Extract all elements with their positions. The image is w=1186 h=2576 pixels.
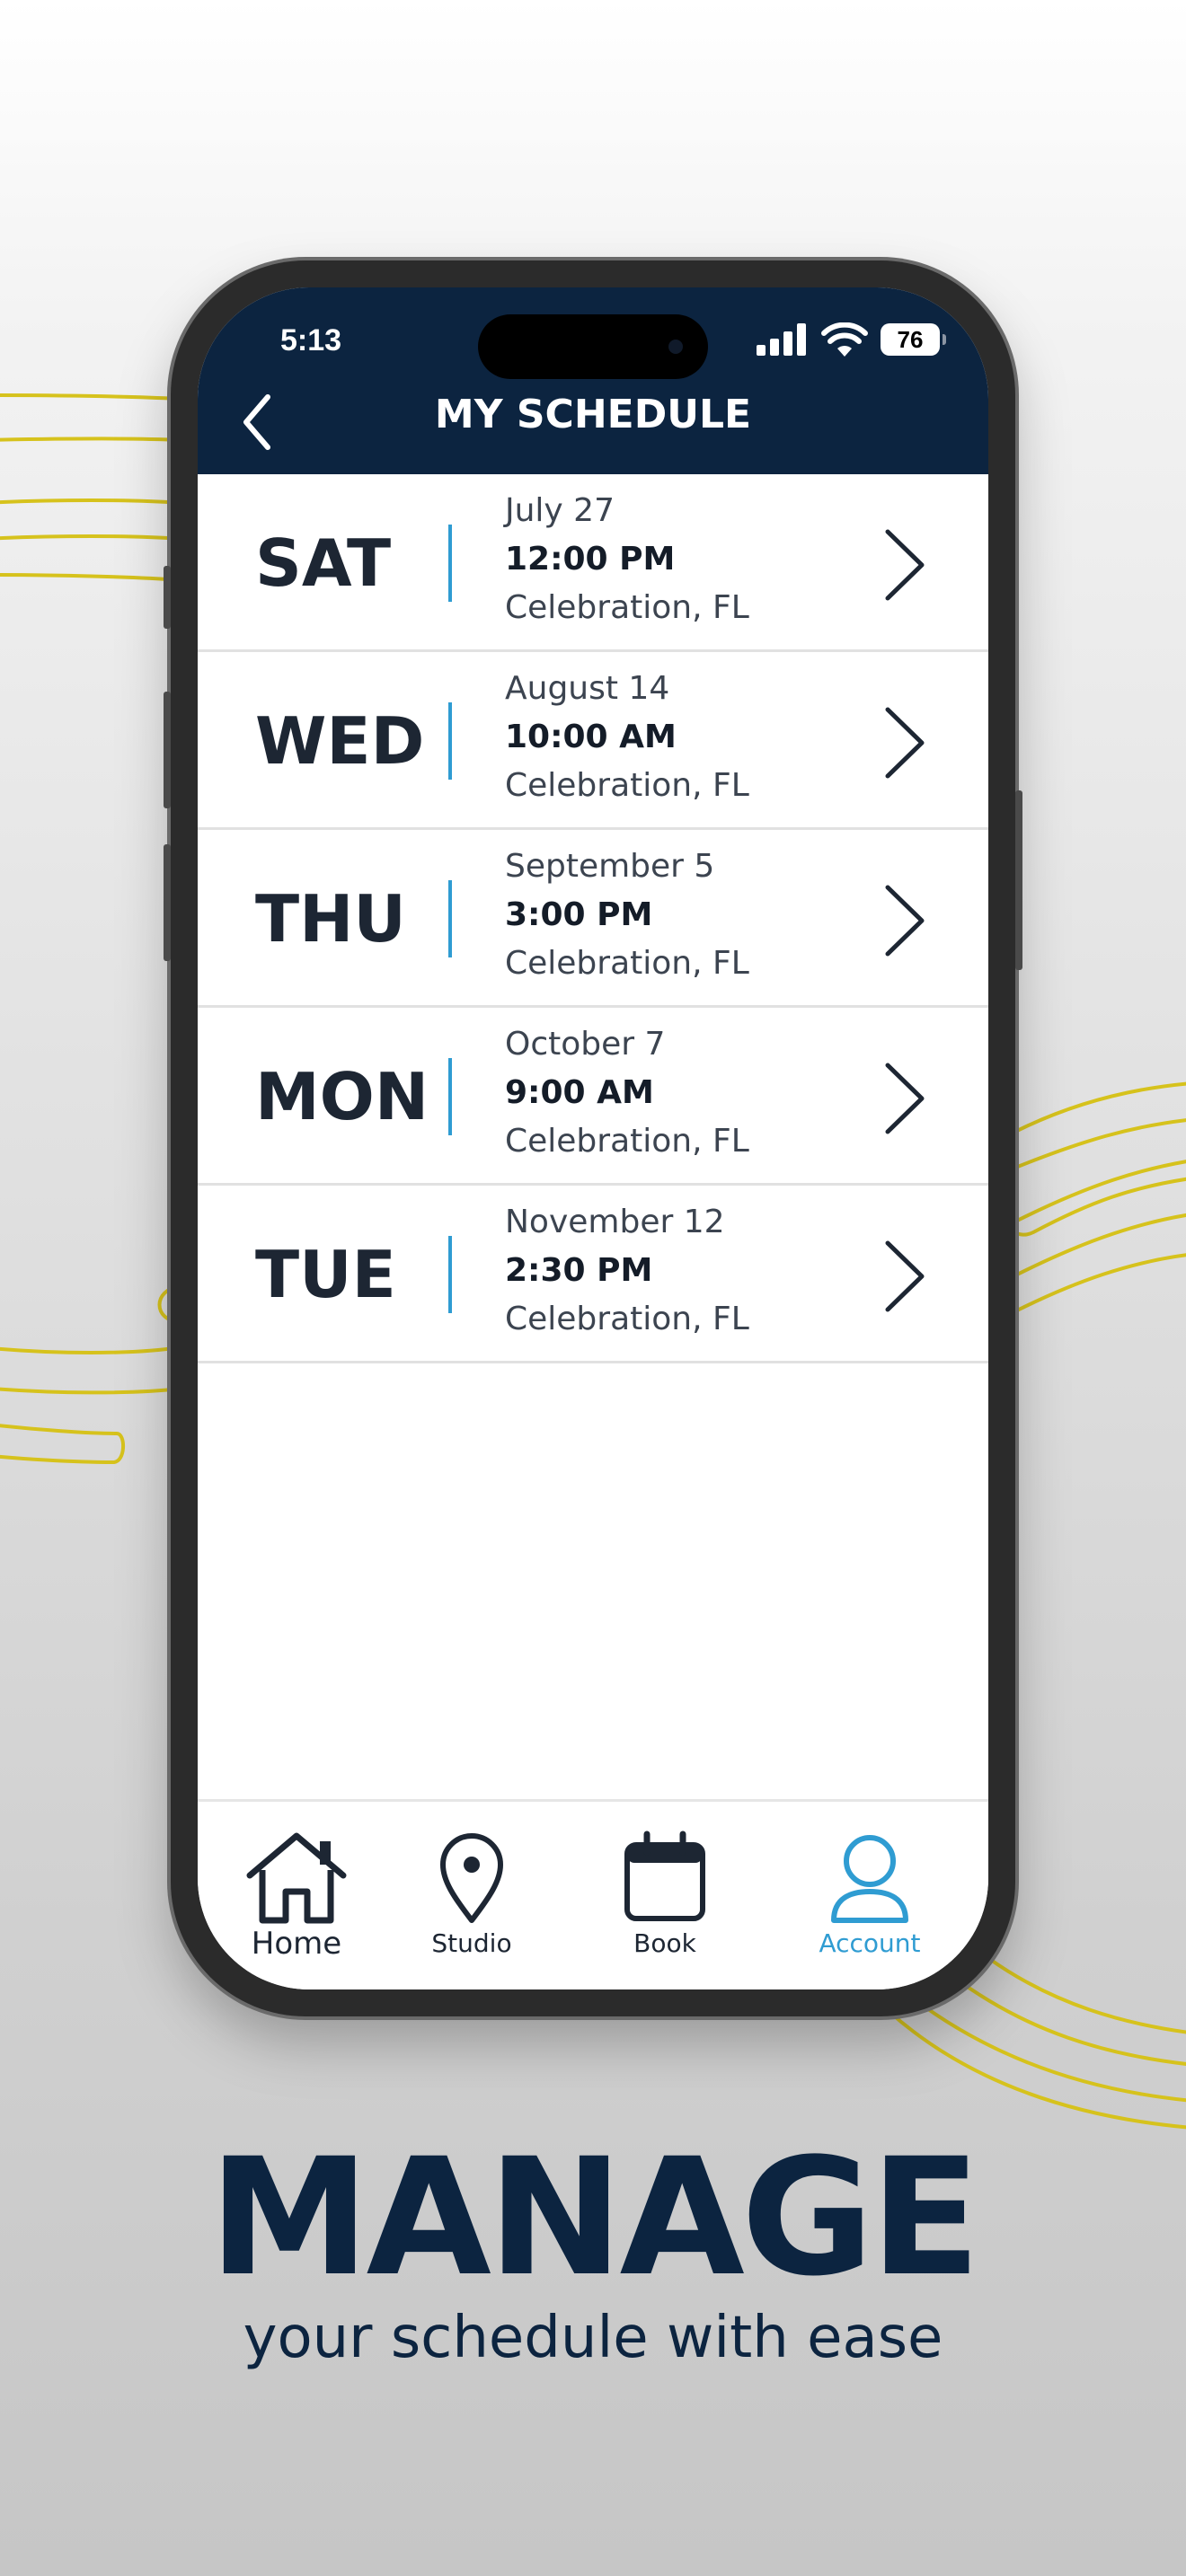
schedule-info: August 14 10:00 AM Celebration, FL xyxy=(505,665,864,810)
tab-book-label: Book xyxy=(633,1928,696,1958)
schedule-item[interactable]: SAT July 27 12:00 PM Celebration, FL xyxy=(198,474,988,652)
home-icon xyxy=(246,1832,347,1924)
wifi-icon xyxy=(821,322,868,357)
side-button-mute xyxy=(164,566,171,629)
schedule-day: THU xyxy=(255,881,406,957)
schedule-location: Celebration, FL xyxy=(505,589,749,626)
schedule-date: September 5 xyxy=(505,848,715,885)
promo-subline: your schedule with ease xyxy=(243,2305,943,2371)
calendar-icon xyxy=(624,1831,705,1921)
tab-bar: Home Studio Book Account xyxy=(198,1799,988,1989)
tab-account[interactable]: Account xyxy=(798,1829,942,1972)
schedule-location: Celebration, FL xyxy=(505,1123,749,1160)
schedule-day: TUE xyxy=(255,1237,396,1312)
schedule-date: July 27 xyxy=(505,492,615,529)
schedule-info: October 7 9:00 AM Celebration, FL xyxy=(505,1020,864,1166)
schedule-location: Celebration, FL xyxy=(505,945,749,982)
schedule-day: SAT xyxy=(255,525,392,601)
tab-account-label: Account xyxy=(819,1928,921,1958)
cellular-signal-icon xyxy=(757,323,806,356)
divider xyxy=(448,525,452,602)
chevron-right-icon[interactable] xyxy=(872,525,934,605)
schedule-time: 9:00 AM xyxy=(505,1074,654,1111)
chevron-right-icon[interactable] xyxy=(872,702,934,783)
user-icon xyxy=(831,1835,908,1923)
schedule-time: 2:30 PM xyxy=(505,1252,653,1289)
schedule-time: 12:00 PM xyxy=(505,541,676,578)
tab-book[interactable]: Book xyxy=(593,1829,737,1972)
status-time: 5:13 xyxy=(280,323,342,357)
status-icons: 76 xyxy=(757,320,946,359)
divider xyxy=(448,1236,452,1313)
chevron-right-icon[interactable] xyxy=(872,880,934,961)
schedule-day: WED xyxy=(255,703,425,779)
schedule-date: November 12 xyxy=(505,1204,725,1240)
schedule-day: MON xyxy=(255,1059,429,1134)
promo-headline: MANAGE xyxy=(208,2124,980,2312)
tab-studio[interactable]: Studio xyxy=(400,1829,544,1972)
schedule-date: October 7 xyxy=(505,1026,666,1063)
schedule-location: Celebration, FL xyxy=(505,767,749,804)
schedule-location: Celebration, FL xyxy=(505,1301,749,1337)
schedule-info: July 27 12:00 PM Celebration, FL xyxy=(505,487,864,632)
phone-screen: 5:13 76 MY SCHEDULE SAT July 27 12:00 PM… xyxy=(198,287,988,1989)
battery-icon: 76 xyxy=(881,323,946,356)
tab-home-label: Home xyxy=(251,1926,342,1962)
dynamic-island xyxy=(478,314,708,379)
header-bar: 5:13 76 MY SCHEDULE xyxy=(198,287,988,474)
schedule-info: November 12 2:30 PM Celebration, FL xyxy=(505,1198,864,1344)
side-button-volume-up xyxy=(164,692,171,808)
side-button-volume-down xyxy=(164,844,171,961)
schedule-info: September 5 3:00 PM Celebration, FL xyxy=(505,842,864,988)
schedule-date: August 14 xyxy=(505,670,670,707)
divider xyxy=(448,1058,452,1135)
tab-home[interactable]: Home xyxy=(225,1829,368,1972)
schedule-item[interactable]: THU September 5 3:00 PM Celebration, FL xyxy=(198,830,988,1008)
tab-studio-label: Studio xyxy=(431,1928,512,1958)
schedule-list: SAT July 27 12:00 PM Celebration, FL WED… xyxy=(198,474,988,1363)
divider xyxy=(448,880,452,957)
chevron-right-icon[interactable] xyxy=(872,1058,934,1139)
map-pin-icon xyxy=(440,1833,503,1923)
chevron-right-icon[interactable] xyxy=(872,1236,934,1317)
side-button-power xyxy=(1015,790,1022,970)
schedule-time: 3:00 PM xyxy=(505,896,653,933)
schedule-item[interactable]: WED August 14 10:00 AM Celebration, FL xyxy=(198,652,988,830)
schedule-time: 10:00 AM xyxy=(505,719,677,755)
schedule-item[interactable]: TUE November 12 2:30 PM Celebration, FL xyxy=(198,1186,988,1363)
phone-frame: 5:13 76 MY SCHEDULE SAT July 27 12:00 PM… xyxy=(164,260,1022,2016)
schedule-item[interactable]: MON October 7 9:00 AM Celebration, FL xyxy=(198,1008,988,1186)
divider xyxy=(448,702,452,780)
page-title: MY SCHEDULE xyxy=(434,392,752,437)
